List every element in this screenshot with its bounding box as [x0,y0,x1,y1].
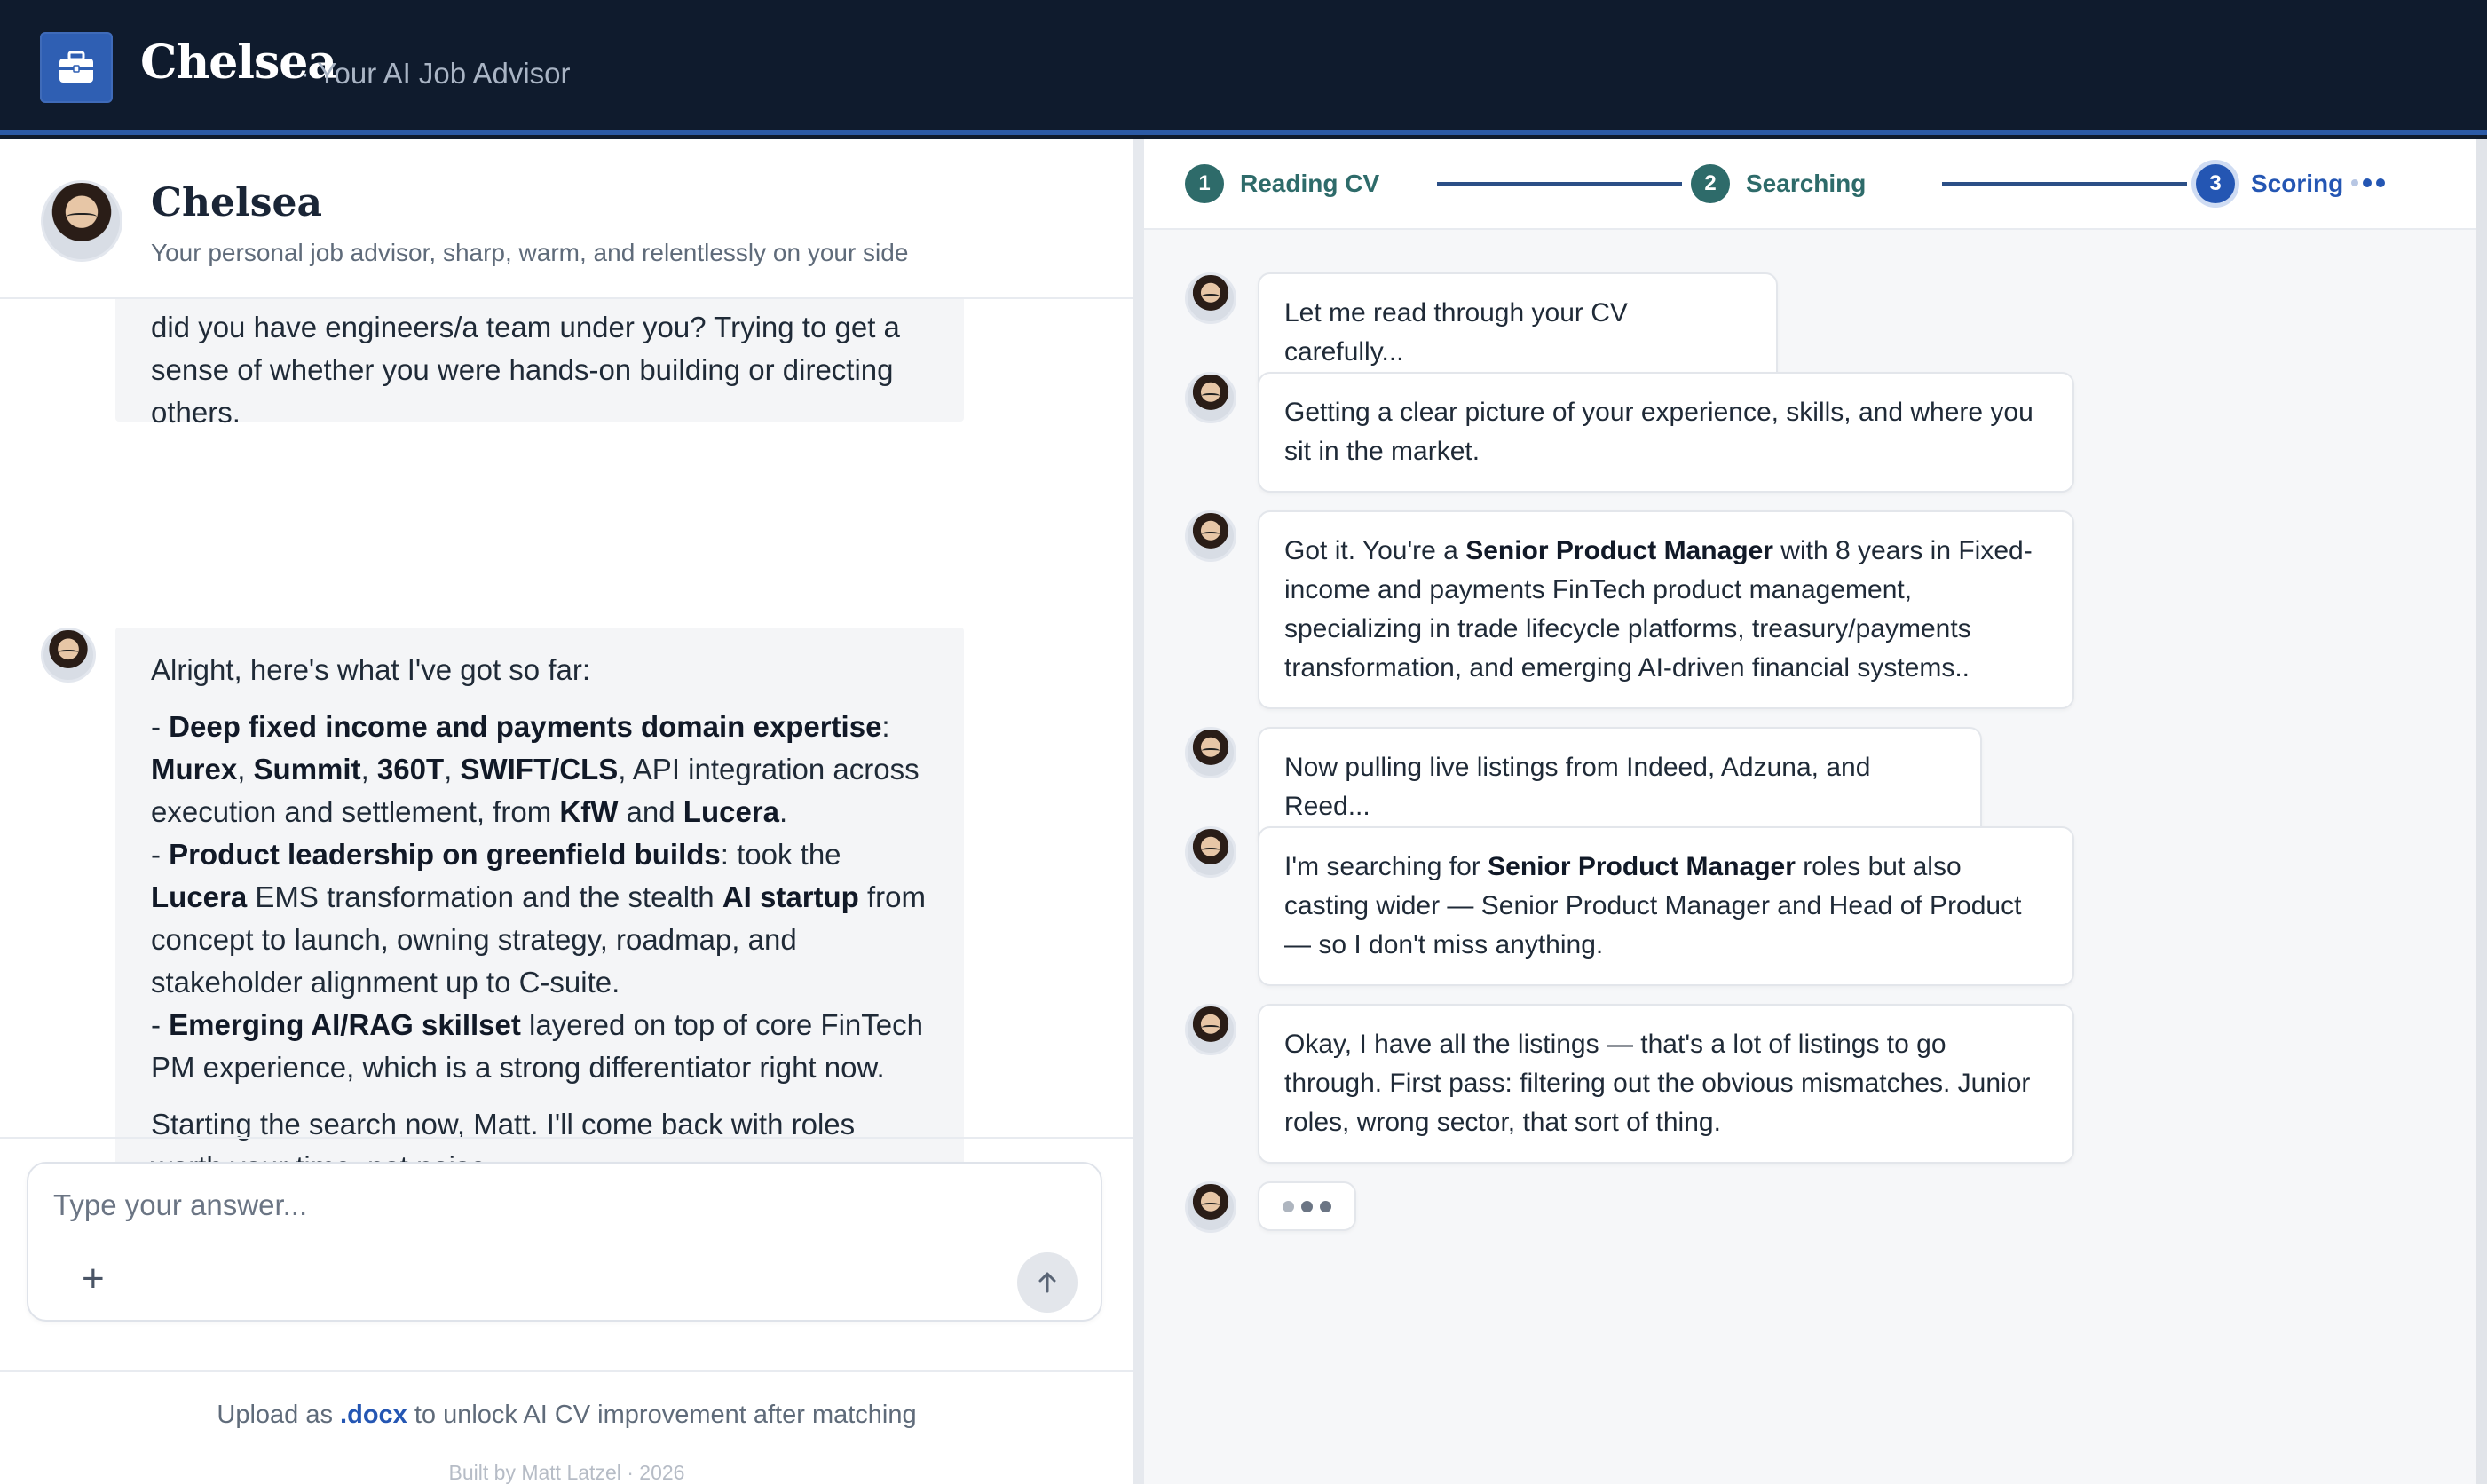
upload-note: Upload as .docx to unlock AI CV improvem… [217,1401,917,1429]
step-connector [1942,182,2187,186]
message-text: did you have engineers/a team under you?… [151,311,900,429]
briefcase-icon [59,51,93,83]
step-connector [1437,182,1682,186]
advisor-avatar [1185,727,1236,778]
docx-link[interactable]: .docx [340,1401,407,1429]
step-reading-cv: 1 Reading CV [1185,164,1379,203]
typing-indicator-icon [1258,1181,1356,1231]
step-number: 2 [1691,164,1730,203]
step-searching: 2 Searching [1691,164,1866,203]
advisor-avatar [1185,510,1236,562]
send-button[interactable] [1017,1252,1078,1313]
app-logo[interactable] [40,32,113,103]
chat-footer: Upload as .docx to unlock AI CV improvem… [0,1370,1133,1484]
advisor-subtitle: Your personal job advisor, sharp, warm, … [151,239,909,266]
chat-message: did you have engineers/a team under you?… [115,299,964,429]
advisor-avatar [1185,1181,1236,1233]
built-by-credit: Built by Matt Latzel · 2026 [448,1461,685,1484]
composer-area: + [0,1137,1133,1370]
feed-item: Getting a clear picture of your experien… [1185,372,2074,493]
app-header: Chelsea · Your AI Job Advisor [0,0,2487,135]
step-label: Searching [1746,170,1867,197]
feed-message: Okay, I have all the listings — that's a… [1258,1004,2074,1164]
progress-dots-icon [2351,178,2385,187]
scrollbar[interactable] [2476,139,2487,1484]
progress-panel: 1 Reading CV 2 Searching 3 Scoring Let m… [1144,139,2487,1484]
advisor-avatar [1185,826,1236,878]
step-label: Reading CV [1240,170,1380,197]
feed-item: Got it. You're a Senior Product Manager … [1185,510,2074,709]
attach-button[interactable]: + [82,1259,105,1298]
feed-item: I'm searching for Senior Product Manager… [1185,826,2074,986]
panel-divider[interactable] [1133,139,1144,1484]
step-number: 3 [2196,164,2235,203]
advisor-name: Chelsea [151,180,322,225]
message-intro: Alright, here's what I've got so far: [151,653,590,686]
step-scoring: 3 Scoring [2196,164,2343,203]
progress-stepper: 1 Reading CV 2 Searching 3 Scoring [1144,139,2476,230]
chat-messages[interactable]: did you have engineers/a team under you?… [0,299,1133,1275]
summary-point: - Deep fixed income and payments domain … [151,710,927,1084]
advisor-header: Chelsea Your personal job advisor, sharp… [0,139,1133,299]
feed-item [1185,1181,1356,1233]
advisor-avatar [1185,272,1236,324]
step-label: Scoring [2251,170,2344,197]
answer-input[interactable] [53,1183,1030,1227]
feed-item: Okay, I have all the listings — that's a… [1185,1004,2074,1164]
feed-message: Getting a clear picture of your experien… [1258,372,2074,493]
advisor-avatar [1185,1004,1236,1055]
app-tagline: · Your AI Job Advisor [300,57,571,90]
advisor-avatar [41,628,96,683]
step-number: 1 [1185,164,1224,203]
chat-panel: Chelsea Your personal job advisor, sharp… [0,139,1133,1484]
advisor-avatar [1185,372,1236,423]
arrow-up-icon [1038,1272,1056,1293]
composer: + [27,1162,1102,1322]
advisor-avatar [41,180,122,262]
feed-message: Got it. You're a Senior Product Manager … [1258,510,2074,709]
feed-message: I'm searching for Senior Product Manager… [1258,826,2074,986]
